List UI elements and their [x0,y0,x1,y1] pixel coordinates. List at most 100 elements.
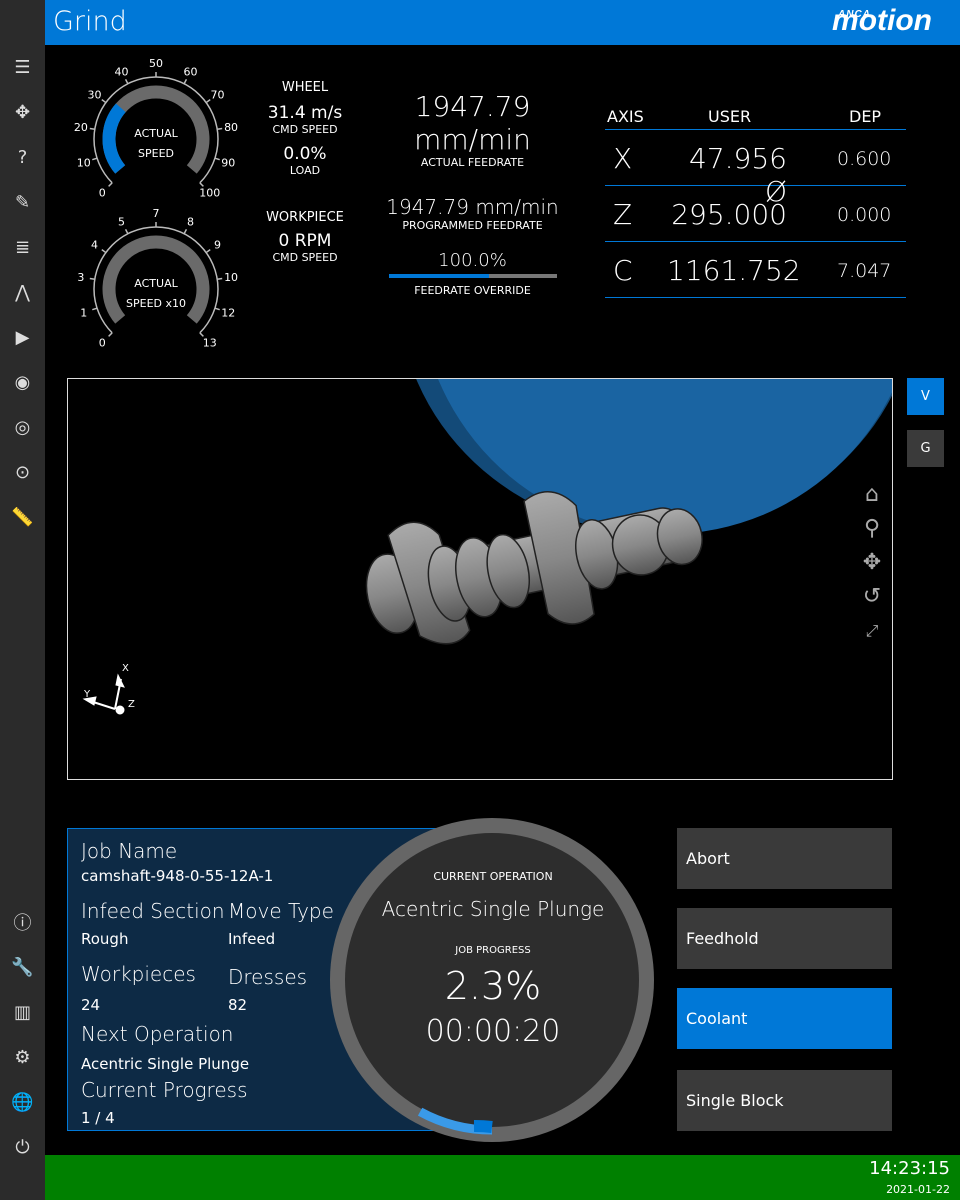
move-icon[interactable]: ✥ [0,97,45,127]
gauge-label: SPEED x10 [126,297,186,310]
target-icon[interactable]: ⊙ [0,457,45,487]
compass-icon[interactable]: ⋀ [0,277,45,307]
job-elapsed-time: 00:00:20 [425,1014,561,1049]
gauge-tick [205,249,211,254]
gauge-tick [214,157,220,161]
help-circle-icon[interactable]: ⓘ [0,907,45,937]
gauge-tick [217,277,223,281]
current-operation-name: Acentric Single Plunge [381,897,605,921]
3d-viewport[interactable]: X Y Z [67,378,893,780]
axis-name: X [613,142,633,175]
gauge-tick-label: 100 [199,187,220,200]
wheel-load-label: LOAD [289,164,321,177]
feedrate-override: 100.0% [438,250,507,271]
next-operation-value: Acentric Single Plunge [81,1055,250,1073]
axis-name: Z [613,198,633,231]
eye-icon[interactable]: ◉ [0,367,45,397]
feedrate-override-label: FEEDRATE OVERRIDE [414,284,531,297]
home-icon[interactable]: ⌂ [857,478,887,512]
gear-icon[interactable]: ⚙ [0,1042,45,1072]
gauge-tick-label: 50 [149,57,163,70]
gauge-tick [217,127,223,131]
workpieces-label: Workpieces [81,962,196,986]
menu-icon[interactable]: ☰ [0,52,45,82]
gauge-tick [101,249,107,254]
gauge-tick-label: 10 [77,156,91,169]
tools-icon[interactable]: ▥ [0,997,45,1027]
gauge-tick-label: 30 [88,88,102,101]
actual-feedrate: 1947.79 mm/min [414,90,531,156]
wheel-cmd-label: CMD SPEED [272,123,338,136]
play-icon[interactable]: ▶ [0,322,45,352]
gauge-tick-label: 13 [203,337,217,350]
workpiece-cmd-speed: 0 RPM [278,231,332,251]
gauge-tick-label: 8 [187,215,194,228]
gauge-tick-label: 12 [221,306,235,319]
axis-row-c: C 1161.752 7.047 [605,242,906,298]
current-progress-label: Current Progress [81,1078,248,1102]
gauge-label: SPEED [138,147,174,160]
wrench-icon[interactable]: 🔧 [0,952,45,982]
job-progress-label: JOB PROGRESS [455,945,531,956]
disc-icon[interactable]: ◎ [0,412,45,442]
infeed-value: Rough [81,930,129,948]
header-axis: AXIS [607,107,644,126]
view-g-button[interactable]: G [907,430,944,467]
current-progress-value: 1 / 4 [81,1109,115,1127]
view-v-button[interactable]: V [907,378,944,415]
gauge-tick-label: 60 [184,65,198,78]
job-name: camshaft-948-0-55-12A-1 [81,867,274,885]
globe-icon[interactable]: 🌐 [0,1087,45,1117]
gauge-tick [92,307,98,311]
axis-user-value: 295.000 [671,198,787,231]
header: Grind ANCA motion [45,0,960,45]
dresses-value: 82 [228,996,248,1014]
rotate-icon[interactable]: ↺ [857,580,887,614]
gauge-tick-label: 1 [80,306,87,319]
gauge-tick-label: 7 [153,207,160,220]
move-type-value: Infeed [228,930,276,948]
gauge-tick-label: 0 [99,337,106,350]
zoom-icon[interactable]: ⚲ [857,512,887,546]
abort-button[interactable]: Abort [677,828,892,889]
gauge-tick [124,228,129,235]
help-question-icon[interactable]: ? [0,142,45,172]
triad-z-label: Z [128,699,135,710]
axis-dep-value: 0.600 [837,148,892,170]
gauge-tick-label: 0 [99,187,106,200]
gauge-tick-label: 20 [74,121,88,134]
axis-dep-value: 0.000 [837,204,892,226]
single-block-button[interactable]: Single Block [677,1070,892,1131]
gauge-tick-label: 70 [210,88,224,101]
sidebar: ☰ ✥? ✎ ≣ ⋀ ▶ ◉ ◎ ⊙ 📏 ⓘ 🔧 ▥ ⚙ 🌐 ⏻ [0,0,45,1200]
feedhold-button[interactable]: Feedhold [677,908,892,969]
dresses-label: Dresses [228,965,308,989]
list-icon[interactable]: ≣ [0,232,45,262]
pencil-icon[interactable]: ✎ [0,187,45,217]
axis-row-x: X 47.956 Ø 0.600 [605,130,906,208]
gauge-tick [89,277,95,281]
triad-x-label: X [122,663,129,674]
pan-icon[interactable]: ✥ [857,546,887,580]
gauge-tick [101,99,107,104]
move-type-label: Move Type [228,899,334,923]
job-name-label: Job Name [81,839,178,863]
app-title: Grind [53,6,127,37]
gauge-tick [124,78,129,85]
triad-y-label: Y [83,689,91,700]
job-progress-value: 2.3% [444,964,542,1008]
coolant-button[interactable]: Coolant [677,988,892,1049]
gauge-tick-label: 3 [77,271,84,284]
wheel-title: WHEEL [281,80,329,95]
gauge-tick-label: 40 [114,65,128,78]
gauge-tick [183,78,188,85]
next-operation-label: Next Operation [81,1022,234,1046]
axis-table-header: AXIS USER DEP [605,107,906,130]
fit-icon[interactable]: ⤢ [857,614,887,648]
power-icon[interactable]: ⏻ [0,1132,45,1162]
feedrate-override-bar [388,274,557,278]
gauge-tick [183,228,188,235]
ruler-icon[interactable]: 📏 [0,502,45,532]
gauge-tick-label: 80 [224,121,238,134]
programmed-feedrate: 1947.79 mm/min [386,195,559,219]
